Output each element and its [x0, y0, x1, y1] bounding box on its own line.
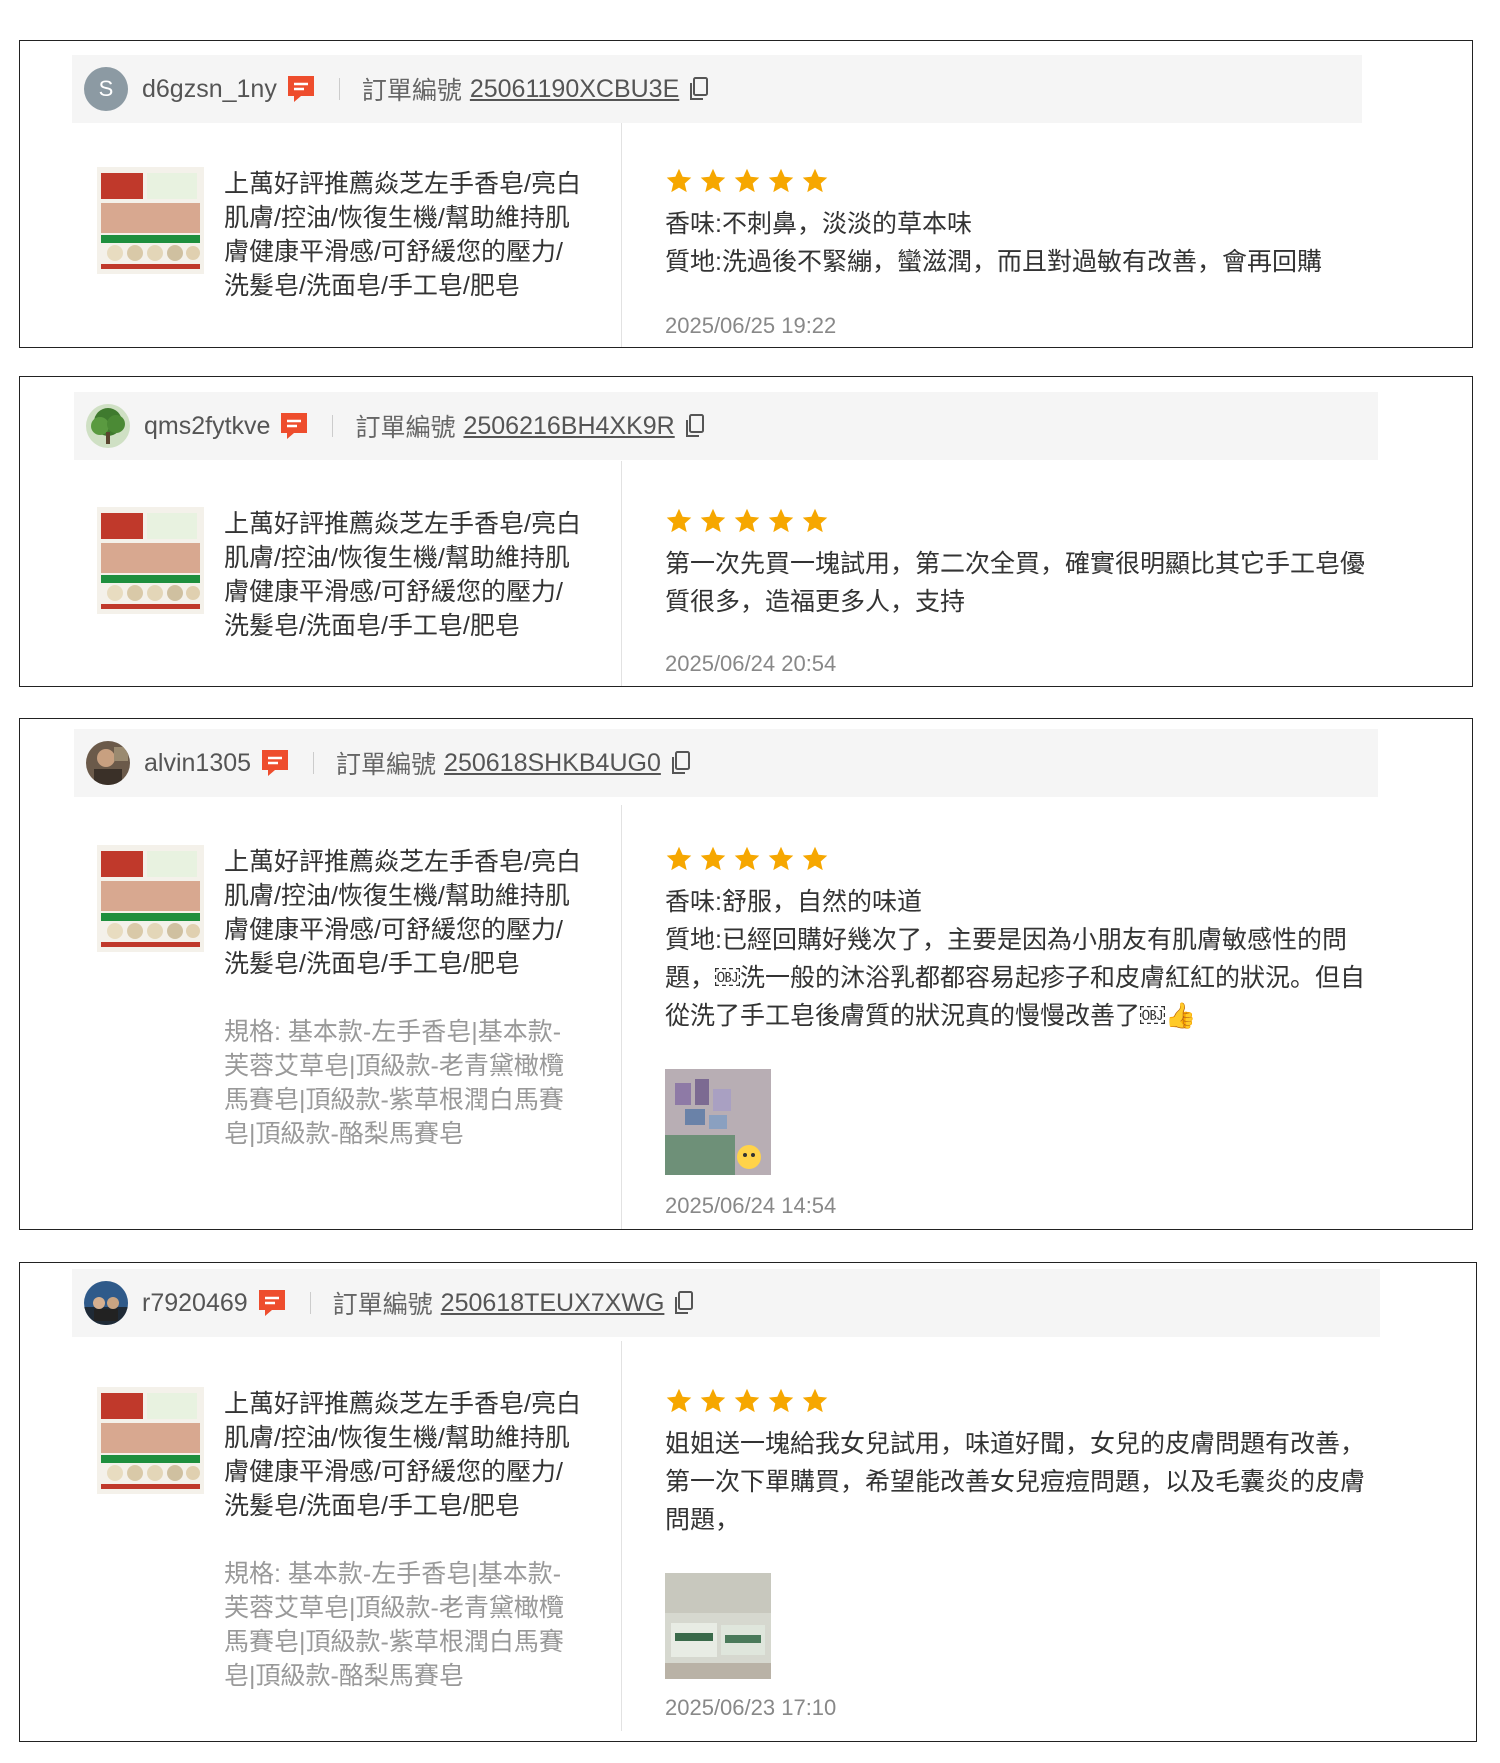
product-title[interactable]: 上萬好評推薦焱芝左手香皂/亮白肌膚/控油/恢復生機/幫助維持肌膚健康平滑感/可舒…: [224, 1387, 584, 1523]
star-icon: [734, 1388, 760, 1413]
order-number-link[interactable]: 250618TEUX7XWG: [441, 1289, 665, 1318]
review-header: S d6gzsn_1ny 訂單編號 25061190XCBU3E: [72, 55, 1362, 123]
star-icon: [666, 508, 692, 533]
product-title[interactable]: 上萬好評推薦焱芝左手香皂/亮白肌膚/控油/恢復生機/幫助維持肌膚健康平滑感/可舒…: [224, 845, 584, 981]
review-date: 2025/06/24 14:54: [665, 1193, 837, 1218]
star-icon: [666, 168, 692, 193]
divider: [313, 752, 315, 774]
column-divider: [621, 1341, 622, 1731]
review-date: 2025/06/23 17:10: [665, 1695, 837, 1720]
star-icon: [700, 508, 726, 533]
column-divider: [621, 805, 622, 1229]
avatar[interactable]: S: [84, 67, 128, 111]
star-icon: [802, 846, 828, 871]
product-title[interactable]: 上萬好評推薦焱芝左手香皂/亮白肌膚/控油/恢復生機/幫助維持肌膚健康平滑感/可舒…: [224, 167, 584, 303]
star-icon: [734, 168, 760, 193]
column-divider: [621, 123, 622, 347]
star-icon: [666, 1388, 692, 1413]
username[interactable]: alvin1305: [144, 749, 251, 778]
chat-icon[interactable]: [256, 1288, 288, 1318]
avatar[interactable]: [86, 741, 130, 785]
review-date: 2025/06/24 20:54: [665, 651, 837, 676]
star-rating: [665, 845, 829, 873]
review-photo[interactable]: [665, 1573, 771, 1679]
review-card: alvin1305 訂單編號 250618SHKB4UG0 上萬好評推薦焱芝左手…: [19, 718, 1473, 1230]
review-header: qms2fytkve 訂單編號 2506216BH4XK9R: [74, 392, 1378, 460]
review-header: r7920469 訂單編號 250618TEUX7XWG: [72, 1269, 1380, 1337]
username[interactable]: qms2fytkve: [144, 412, 270, 441]
product-thumbnail[interactable]: [97, 1387, 204, 1494]
star-icon: [700, 1388, 726, 1413]
order-label: 訂單編號: [355, 414, 456, 442]
review-header: alvin1305 訂單編號 250618SHKB4UG0: [74, 729, 1378, 797]
review-comment: 香味:不刺鼻，淡淡的草本味 質地:洗過後不緊繃，蠻滋潤，而且對過敏有改善，會再回…: [665, 210, 1322, 276]
order-number-link[interactable]: 25061190XCBU3E: [470, 75, 679, 104]
order-label: 訂單編號: [336, 751, 437, 779]
review-comment: 第一次先買一塊試用，第二次全買，確實很明顯比其它手工皂優質很多，造福更多人，支持: [665, 550, 1366, 616]
copy-icon[interactable]: [669, 750, 691, 776]
star-icon: [802, 168, 828, 193]
star-icon: [768, 508, 794, 533]
star-icon: [734, 846, 760, 871]
order-label: 訂單編號: [361, 77, 462, 105]
username[interactable]: d6gzsn_1ny: [142, 75, 277, 104]
review-comment: 姐姐送一塊給我女兒試用，味道好聞，女兒的皮膚問題有改善，第一次下單購買，希望能改…: [665, 1430, 1366, 1534]
product-thumbnail[interactable]: [97, 507, 204, 614]
star-rating: [665, 1387, 829, 1415]
product-thumbnail[interactable]: [97, 167, 204, 274]
review-photo[interactable]: [665, 1069, 771, 1175]
chat-icon[interactable]: [278, 411, 310, 441]
divider: [338, 78, 340, 100]
star-icon: [802, 1388, 828, 1413]
star-icon: [768, 846, 794, 871]
order-label: 訂單編號: [332, 1291, 433, 1319]
order-number-link[interactable]: 2506216BH4XK9R: [463, 412, 674, 441]
chat-icon[interactable]: [285, 74, 317, 104]
product-variation: 規格: 基本款-左手香皂|基本款-芙蓉艾草皂|頂級款-老青黛橄欖馬賽皂|頂級款-…: [224, 1018, 564, 1148]
divider: [309, 1292, 311, 1314]
star-icon: [768, 1388, 794, 1413]
copy-icon[interactable]: [687, 76, 709, 102]
copy-icon[interactable]: [672, 1290, 694, 1316]
star-icon: [734, 508, 760, 533]
column-divider: [621, 461, 622, 686]
star-icon: [700, 168, 726, 193]
star-rating: [665, 167, 829, 195]
username[interactable]: r7920469: [142, 1289, 248, 1318]
review-card: r7920469 訂單編號 250618TEUX7XWG 上萬好評推薦焱芝左手香…: [19, 1262, 1477, 1742]
star-icon: [666, 846, 692, 871]
chat-icon[interactable]: [259, 748, 291, 778]
product-variation: 規格: 基本款-左手香皂|基本款-芙蓉艾草皂|頂級款-老青黛橄欖馬賽皂|頂級款-…: [224, 1560, 564, 1690]
review-date: 2025/06/25 19:22: [665, 313, 837, 338]
review-comment: 香味:舒服，自然的味道 質地:已經回購好幾次了，主要是因為小朋友有肌膚敏感性的問…: [665, 888, 1366, 1030]
star-rating: [665, 507, 829, 535]
star-icon: [700, 846, 726, 871]
avatar[interactable]: [86, 404, 130, 448]
copy-icon[interactable]: [683, 413, 705, 439]
divider: [332, 415, 334, 437]
order-number-link[interactable]: 250618SHKB4UG0: [444, 749, 661, 778]
review-card: S d6gzsn_1ny 訂單編號 25061190XCBU3E 上萬好評推薦焱…: [19, 40, 1473, 348]
star-icon: [768, 168, 794, 193]
review-card: qms2fytkve 訂單編號 2506216BH4XK9R 上萬好評推薦焱芝左…: [19, 376, 1473, 687]
product-thumbnail[interactable]: [97, 845, 204, 952]
product-title[interactable]: 上萬好評推薦焱芝左手香皂/亮白肌膚/控油/恢復生機/幫助維持肌膚健康平滑感/可舒…: [224, 507, 584, 643]
avatar[interactable]: [84, 1281, 128, 1325]
star-icon: [802, 508, 828, 533]
